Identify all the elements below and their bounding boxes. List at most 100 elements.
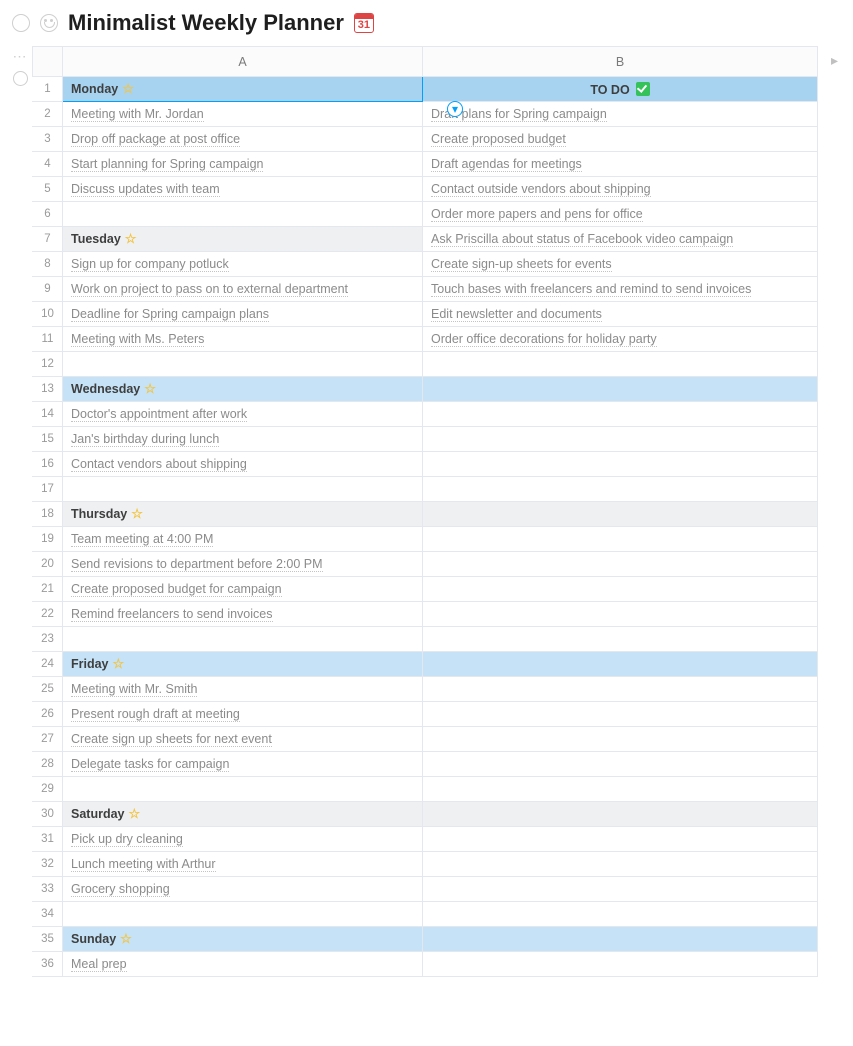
row-number[interactable]: 11: [33, 327, 63, 352]
row-number[interactable]: 15: [33, 427, 63, 452]
row-number[interactable]: 34: [33, 902, 63, 927]
row-number[interactable]: 7: [33, 227, 63, 252]
row-number[interactable]: 21: [33, 577, 63, 602]
cell-a[interactable]: Doctor's appointment after work: [63, 402, 423, 427]
table-row[interactable]: 24Friday☆: [33, 652, 818, 677]
table-row[interactable]: 28Delegate tasks for campaign: [33, 752, 818, 777]
cell-a[interactable]: [63, 202, 423, 227]
row-number[interactable]: 27: [33, 727, 63, 752]
expand-right-icon[interactable]: ▸: [831, 52, 838, 69]
cell-a[interactable]: Create sign up sheets for next event: [63, 727, 423, 752]
cell-b[interactable]: [423, 877, 818, 902]
row-number[interactable]: 8: [33, 252, 63, 277]
row-checkbox-icon[interactable]: [13, 71, 28, 86]
row-number[interactable]: 32: [33, 852, 63, 877]
row-number[interactable]: 28: [33, 752, 63, 777]
row-number[interactable]: 35: [33, 927, 63, 952]
row-number[interactable]: 9: [33, 277, 63, 302]
row-number[interactable]: 16: [33, 452, 63, 477]
row-number[interactable]: 13: [33, 377, 63, 402]
cell-a[interactable]: Sunday☆: [63, 927, 423, 952]
cell-b[interactable]: [423, 652, 818, 677]
cell-b[interactable]: [423, 902, 818, 927]
row-number[interactable]: 36: [33, 952, 63, 977]
row-number[interactable]: 10: [33, 302, 63, 327]
cell-b[interactable]: Order office decorations for holiday par…: [423, 327, 818, 352]
column-header-a[interactable]: A: [63, 47, 423, 77]
cell-b[interactable]: [423, 627, 818, 652]
cell-a[interactable]: Drop off package at post office: [63, 127, 423, 152]
corner-cell[interactable]: [33, 47, 63, 77]
cell-b[interactable]: [423, 827, 818, 852]
cell-b[interactable]: [423, 702, 818, 727]
table-row[interactable]: 7Tuesday☆Ask Priscilla about status of F…: [33, 227, 818, 252]
cell-b[interactable]: Order more papers and pens for office: [423, 202, 818, 227]
cell-a[interactable]: Pick up dry cleaning: [63, 827, 423, 852]
cell-b[interactable]: [423, 552, 818, 577]
row-number[interactable]: 29: [33, 777, 63, 802]
table-row[interactable]: 29: [33, 777, 818, 802]
cell-b[interactable]: Create proposed budget: [423, 127, 818, 152]
cell-a[interactable]: Create proposed budget for campaign: [63, 577, 423, 602]
cell-a[interactable]: Deadline for Spring campaign plans: [63, 302, 423, 327]
cell-a[interactable]: [63, 627, 423, 652]
table-row[interactable]: 9Work on project to pass on to external …: [33, 277, 818, 302]
row-number[interactable]: 26: [33, 702, 63, 727]
checkbox-icon[interactable]: [12, 14, 30, 32]
cell-b[interactable]: [423, 777, 818, 802]
table-row[interactable]: 36Meal prep: [33, 952, 818, 977]
table-row[interactable]: 2Meeting with Mr. JordanDraft plans for …: [33, 102, 818, 127]
cell-b[interactable]: [423, 377, 818, 402]
table-row[interactable]: 12: [33, 352, 818, 377]
table-row[interactable]: 23: [33, 627, 818, 652]
cell-a[interactable]: Team meeting at 4:00 PM: [63, 527, 423, 552]
cell-b[interactable]: [423, 752, 818, 777]
emoji-icon[interactable]: [40, 14, 58, 32]
cell-a[interactable]: Work on project to pass on to external d…: [63, 277, 423, 302]
row-number[interactable]: 22: [33, 602, 63, 627]
table-row[interactable]: 21Create proposed budget for campaign: [33, 577, 818, 602]
cell-b[interactable]: [423, 352, 818, 377]
row-number[interactable]: 1: [33, 77, 63, 102]
row-number[interactable]: 4: [33, 152, 63, 177]
cell-a[interactable]: Jan's birthday during lunch: [63, 427, 423, 452]
cell-a[interactable]: [63, 477, 423, 502]
row-number[interactable]: 30: [33, 802, 63, 827]
row-number[interactable]: 2: [33, 102, 63, 127]
cell-b[interactable]: Draft agendas for meetings: [423, 152, 818, 177]
cell-b[interactable]: [423, 602, 818, 627]
cell-b[interactable]: [423, 802, 818, 827]
cell-b[interactable]: [423, 577, 818, 602]
table-row[interactable]: 27Create sign up sheets for next event: [33, 727, 818, 752]
cell-a[interactable]: Tuesday☆: [63, 227, 423, 252]
cell-b[interactable]: Touch bases with freelancers and remind …: [423, 277, 818, 302]
cell-b[interactable]: [423, 402, 818, 427]
cell-a[interactable]: Grocery shopping: [63, 877, 423, 902]
cell-a[interactable]: Start planning for Spring campaign: [63, 152, 423, 177]
cell-a[interactable]: Delegate tasks for campaign: [63, 752, 423, 777]
table-row[interactable]: 20Send revisions to department before 2:…: [33, 552, 818, 577]
cell-b[interactable]: [423, 852, 818, 877]
table-row[interactable]: 1Monday☆TO DO: [33, 77, 818, 102]
row-number[interactable]: 6: [33, 202, 63, 227]
cell-a[interactable]: [63, 902, 423, 927]
table-row[interactable]: 8Sign up for company potluckCreate sign-…: [33, 252, 818, 277]
table-row[interactable]: 26Present rough draft at meeting: [33, 702, 818, 727]
table-row[interactable]: 16Contact vendors about shipping: [33, 452, 818, 477]
cell-a[interactable]: Remind freelancers to send invoices: [63, 602, 423, 627]
cell-a[interactable]: Meeting with Ms. Peters: [63, 327, 423, 352]
row-number[interactable]: 31: [33, 827, 63, 852]
cell-b[interactable]: [423, 502, 818, 527]
table-row[interactable]: 22Remind freelancers to send invoices: [33, 602, 818, 627]
table-row[interactable]: 25Meeting with Mr. Smith: [33, 677, 818, 702]
table-row[interactable]: 4Start planning for Spring campaignDraft…: [33, 152, 818, 177]
cell-a[interactable]: Meeting with Mr. Smith: [63, 677, 423, 702]
table-row[interactable]: 19Team meeting at 4:00 PM: [33, 527, 818, 552]
drag-handle-icon[interactable]: ⋯: [13, 48, 28, 65]
cell-a[interactable]: Friday☆: [63, 652, 423, 677]
cell-a[interactable]: [63, 352, 423, 377]
row-number[interactable]: 24: [33, 652, 63, 677]
table-row[interactable]: 31Pick up dry cleaning: [33, 827, 818, 852]
cell-a[interactable]: Contact vendors about shipping: [63, 452, 423, 477]
cell-b[interactable]: Edit newsletter and documents: [423, 302, 818, 327]
